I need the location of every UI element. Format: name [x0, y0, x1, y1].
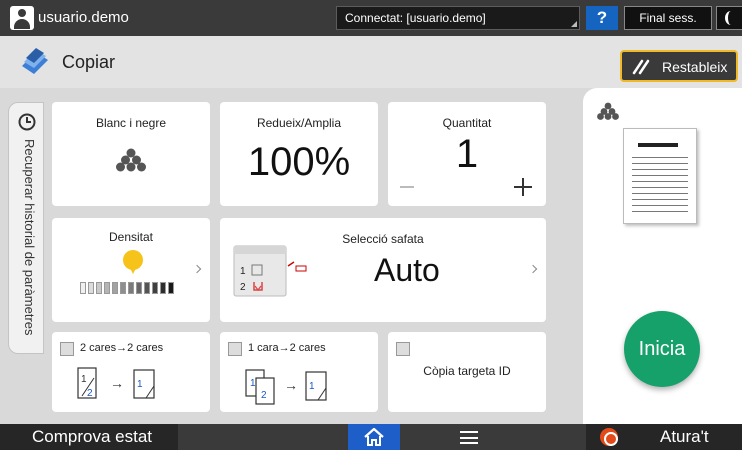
- density-step: [88, 282, 94, 294]
- black-toner-icon: [597, 102, 619, 125]
- zoom-tile[interactable]: Redueix/Amplia 100%: [220, 102, 378, 206]
- id-card-checkbox[interactable]: [396, 342, 410, 356]
- preview-text-line: [632, 205, 688, 206]
- increase-quantity-button[interactable]: [514, 178, 532, 196]
- reset-label: Restableix: [662, 59, 728, 75]
- preview-text-line: [632, 193, 688, 194]
- duplex-1-to-2-label: 1 cara→2 cares: [248, 342, 326, 354]
- reset-button[interactable]: Restableix: [620, 50, 738, 82]
- svg-text:→: →: [284, 377, 298, 393]
- density-step: [96, 282, 102, 294]
- preview-page-thumbnail: [623, 128, 697, 224]
- preview-text-line: [632, 163, 688, 164]
- history-label: Recuperar historial de paràmetres: [22, 139, 37, 336]
- preview-text-line: [632, 187, 688, 188]
- reset-icon: [632, 59, 650, 78]
- preview-text-line: [632, 157, 688, 158]
- resize-corner-icon: [571, 21, 577, 27]
- paper-tray-tile[interactable]: Selecció safata 1 2 Auto: [220, 218, 546, 322]
- clock-icon: [18, 113, 36, 136]
- help-button[interactable]: ?: [586, 6, 618, 30]
- color-mode-tile[interactable]: Blanc i negre: [52, 102, 210, 206]
- density-tile[interactable]: Densitat: [52, 218, 210, 322]
- quantity-title: Quantitat: [442, 116, 492, 130]
- tray-value: Auto: [374, 252, 440, 288]
- id-card-copy-tile[interactable]: Còpia targeta ID: [388, 332, 546, 412]
- density-step: [152, 282, 158, 294]
- density-step: [120, 282, 126, 294]
- stop-icon: [600, 428, 618, 446]
- duplex-1-to-2-icon: 1 2 → 1: [244, 366, 348, 411]
- user-icon[interactable]: [10, 6, 34, 30]
- density-step: [136, 282, 142, 294]
- bottom-bar: Comprova estat Atura't: [0, 424, 742, 450]
- night-mode-button[interactable]: [716, 6, 742, 30]
- black-toner-icon: [116, 148, 146, 177]
- moon-icon: [725, 11, 737, 25]
- duplex-2-to-2-checkbox[interactable]: [60, 342, 74, 356]
- printer-tray-icon: 1 2: [230, 244, 330, 305]
- density-scale: [80, 282, 176, 294]
- app-header: Copiar Restableix: [0, 36, 742, 88]
- connection-status[interactable]: Connectat: [usuario.demo]: [336, 6, 580, 30]
- duplex-2-to-2-icon: 1 2 → 1: [76, 366, 176, 409]
- duplex-1-to-2-tile[interactable]: 1 cara→2 cares 1 2 → 1: [220, 332, 378, 412]
- stop-button[interactable]: Atura't: [586, 424, 742, 450]
- top-bar: usuario.demo Connectat: [usuario.demo] ?…: [0, 0, 742, 36]
- density-step: [144, 282, 150, 294]
- svg-text:2: 2: [261, 390, 267, 401]
- preview-text-line: [632, 199, 688, 200]
- preview-text-line: [632, 211, 688, 212]
- chevron-right-icon: [528, 264, 538, 274]
- preview-text-line: [632, 181, 688, 182]
- density-step: [80, 282, 86, 294]
- density-title: Densitat: [108, 230, 154, 244]
- preview-panel: Inicia: [583, 88, 742, 424]
- page-title: Copiar: [62, 52, 116, 72]
- svg-text:1: 1: [81, 374, 87, 385]
- preview-text-line: [632, 175, 688, 176]
- home-icon: [363, 427, 385, 450]
- svg-text:1: 1: [250, 378, 256, 389]
- history-tab[interactable]: Recuperar historial de paràmetres: [8, 102, 44, 354]
- username-label: usuario.demo: [38, 9, 129, 26]
- stop-label: Atura't: [660, 427, 709, 446]
- density-step: [168, 282, 174, 294]
- menu-icon[interactable]: [460, 431, 478, 444]
- zoom-title: Redueix/Amplia: [256, 116, 342, 130]
- check-status-button[interactable]: Comprova estat: [0, 424, 178, 450]
- chevron-right-icon: [192, 264, 202, 274]
- density-step: [112, 282, 118, 294]
- logout-button[interactable]: Final sess.: [624, 6, 712, 30]
- decrease-quantity-button[interactable]: [400, 186, 414, 188]
- svg-text:1: 1: [137, 379, 143, 390]
- start-button[interactable]: Inicia: [624, 311, 700, 387]
- zoom-value: 100%: [247, 140, 351, 184]
- density-slider-knob[interactable]: [122, 250, 143, 274]
- density-step: [160, 282, 166, 294]
- preview-text-line: [632, 169, 688, 170]
- svg-text:→: →: [110, 375, 124, 391]
- preview-heading-line: [638, 143, 678, 147]
- color-mode-title: Blanc i negre: [95, 116, 167, 130]
- duplex-1-to-2-checkbox[interactable]: [228, 342, 242, 356]
- duplex-2-to-2-label: 2 cares→2 cares: [80, 342, 164, 354]
- svg-text:2: 2: [87, 388, 93, 399]
- id-card-label: Còpia targeta ID: [423, 364, 511, 378]
- svg-text:1: 1: [309, 381, 315, 392]
- connection-label: Connectat: [usuario.demo]: [345, 11, 486, 25]
- copy-app-icon: [20, 48, 50, 81]
- quantity-tile[interactable]: Quantitat 1: [388, 102, 546, 206]
- duplex-2-to-2-tile[interactable]: 2 cares→2 cares 1 2 → 1: [52, 332, 210, 412]
- quantity-value: 1: [455, 132, 479, 176]
- density-step: [128, 282, 134, 294]
- density-step: [104, 282, 110, 294]
- home-button[interactable]: [348, 424, 400, 450]
- svg-text:1: 1: [240, 266, 246, 277]
- svg-text:2: 2: [240, 282, 246, 293]
